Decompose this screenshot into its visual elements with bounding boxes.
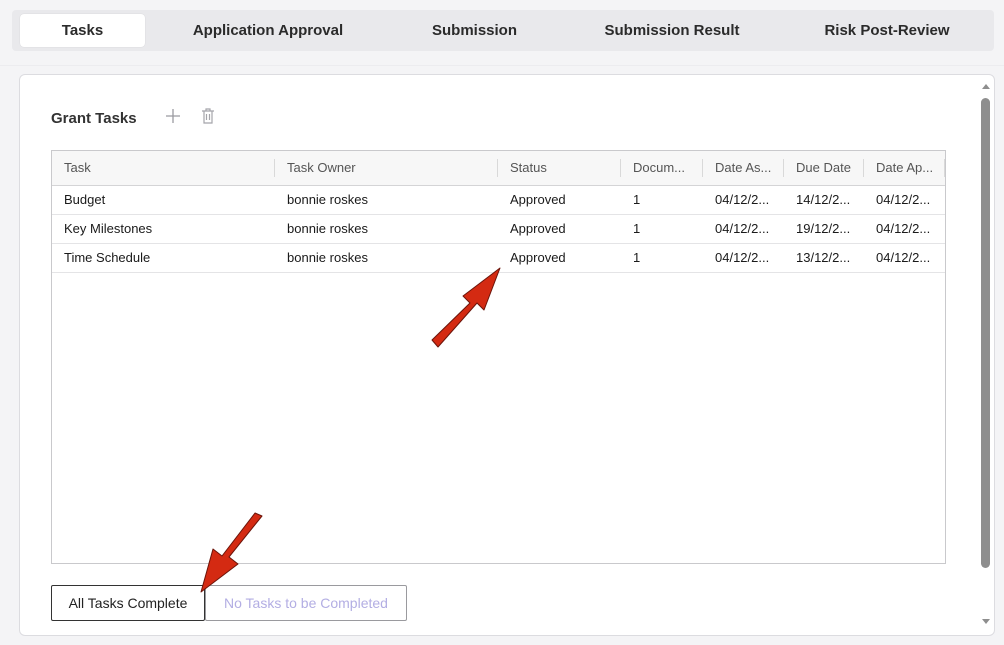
- header-divider: [0, 65, 1004, 66]
- cell-date-approved: 04/12/2...: [876, 221, 931, 236]
- tab-application-approval[interactable]: Application Approval: [162, 14, 374, 47]
- scroll-up-icon[interactable]: [981, 82, 991, 92]
- cell-documents: 1: [633, 192, 641, 207]
- plus-icon[interactable]: [162, 105, 184, 127]
- cell-date-assigned: 04/12/2...: [715, 221, 770, 236]
- column-header-status[interactable]: Status: [498, 151, 620, 185]
- cell-task-owner: bonnie roskes: [287, 221, 368, 236]
- column-header-documents[interactable]: Docum...: [621, 151, 702, 185]
- tasks-table: Task Task Owner Status Docum... Date As.…: [51, 150, 946, 564]
- all-tasks-complete-button[interactable]: All Tasks Complete: [51, 585, 205, 621]
- cell-date-approved: 04/12/2...: [876, 192, 931, 207]
- column-header-date-assigned[interactable]: Date As...: [703, 151, 783, 185]
- tab-submission[interactable]: Submission: [392, 14, 557, 47]
- cell-status: Approved: [510, 250, 566, 265]
- cell-task: Budget: [64, 192, 106, 207]
- tab-risk-post-review[interactable]: Risk Post-Review: [787, 14, 987, 47]
- column-header-due-date[interactable]: Due Date: [784, 151, 863, 185]
- cell-status: Approved: [510, 192, 566, 207]
- cell-task: Time Schedule: [64, 250, 151, 265]
- cell-due-date: 13/12/2...: [796, 250, 851, 265]
- table-row[interactable]: Time Schedule bonnie roskes Approved 1 0…: [52, 243, 945, 273]
- scroll-down-icon[interactable]: [981, 616, 991, 626]
- panel-title: Grant Tasks: [51, 110, 137, 127]
- vertical-scrollbar[interactable]: [978, 80, 994, 630]
- cell-documents: 1: [633, 221, 641, 236]
- table-header: Task Task Owner Status Docum... Date As.…: [52, 151, 945, 186]
- column-header-date-approved[interactable]: Date Ap...: [864, 151, 944, 185]
- cell-task-owner: bonnie roskes: [287, 250, 368, 265]
- trash-icon[interactable]: [197, 105, 219, 127]
- cell-status: Approved: [510, 221, 566, 236]
- scroll-thumb[interactable]: [981, 98, 990, 568]
- tab-tasks[interactable]: Tasks: [20, 14, 145, 47]
- cell-date-approved: 04/12/2...: [876, 250, 931, 265]
- cell-date-assigned: 04/12/2...: [715, 192, 770, 207]
- cell-due-date: 14/12/2...: [796, 192, 851, 207]
- cell-date-assigned: 04/12/2...: [715, 250, 770, 265]
- cell-documents: 1: [633, 250, 641, 265]
- column-header-task-owner[interactable]: Task Owner: [275, 151, 497, 185]
- cell-task-owner: bonnie roskes: [287, 192, 368, 207]
- grant-tasks-panel: Grant Tasks Task Task Owner Status Docum…: [19, 74, 995, 636]
- column-header-task[interactable]: Task: [52, 151, 274, 185]
- tab-bar: Tasks Application Approval Submission Su…: [12, 10, 994, 51]
- table-row[interactable]: Key Milestones bonnie roskes Approved 1 …: [52, 214, 945, 244]
- tab-submission-result[interactable]: Submission Result: [577, 14, 767, 47]
- cell-task: Key Milestones: [64, 221, 153, 236]
- no-tasks-to-be-completed-button[interactable]: No Tasks to be Completed: [205, 585, 407, 621]
- table-row[interactable]: Budget bonnie roskes Approved 1 04/12/2.…: [52, 185, 945, 215]
- cell-due-date: 19/12/2...: [796, 221, 851, 236]
